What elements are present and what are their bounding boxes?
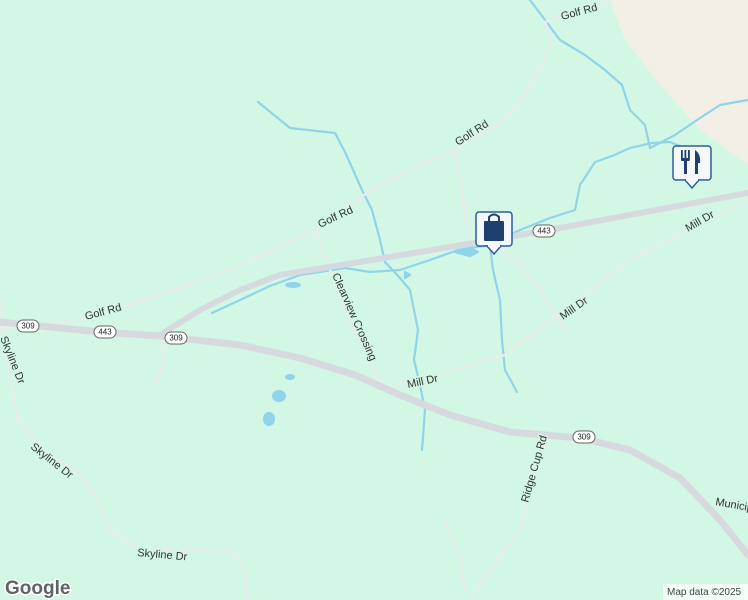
route-shield-309: 309 xyxy=(164,331,188,345)
attribution-text: Map data ©2025 xyxy=(667,587,742,598)
pond xyxy=(285,374,295,380)
route-shield-309: 309 xyxy=(572,430,596,444)
map-canvas[interactable]: Golf Rd Golf Rd Golf Rd Golf Rd Mill Dr … xyxy=(0,0,748,600)
svg-text:309: 309 xyxy=(169,334,183,343)
land-area xyxy=(0,0,748,600)
svg-text:309: 309 xyxy=(21,322,35,331)
svg-text:309: 309 xyxy=(577,433,591,442)
svg-text:443: 443 xyxy=(537,227,551,236)
google-logo: Google xyxy=(5,578,70,599)
route-shield-309: 309 xyxy=(16,319,40,333)
attribution[interactable]: Map data ©2025 xyxy=(663,584,748,600)
svg-text:443: 443 xyxy=(98,328,112,337)
pond xyxy=(263,412,275,426)
route-shield-443: 443 xyxy=(532,224,556,238)
pond xyxy=(272,390,286,402)
pond xyxy=(285,282,301,288)
route-shield-443: 443 xyxy=(93,325,117,339)
